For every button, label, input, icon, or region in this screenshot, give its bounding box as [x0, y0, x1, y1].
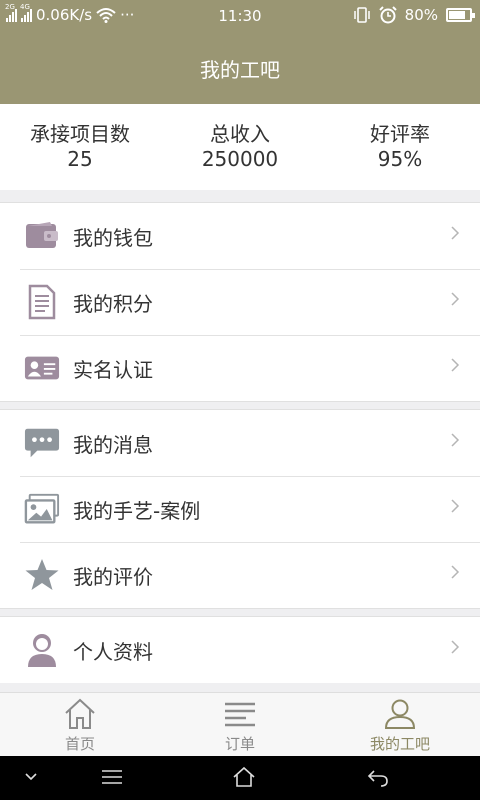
menu-group-activity: 我的消息 我的手艺-案例 我的评价 — [0, 409, 480, 609]
stat-value: 95% — [377, 147, 423, 171]
menu-item-label: 我的消息 — [73, 432, 153, 457]
menu-item-messages[interactable]: 我的消息 — [0, 410, 480, 476]
image-gallery-icon — [24, 491, 60, 527]
chevron-right-icon — [451, 499, 460, 513]
stat-rating: 好评率 95% — [320, 104, 480, 190]
system-nav-bar — [0, 756, 480, 800]
menu-item-label: 我的积分 — [73, 291, 153, 316]
stat-income: 总收入 250000 — [160, 104, 320, 190]
menu-item-label: 我的评价 — [73, 564, 153, 589]
chevron-right-icon — [451, 565, 460, 579]
home-icon[interactable] — [232, 766, 256, 788]
home-icon — [60, 697, 100, 731]
list-icon — [220, 697, 260, 731]
document-icon — [24, 284, 60, 320]
status-bar-right: 80% — [353, 6, 475, 24]
menu-item-wallet[interactable]: 我的钱包 — [0, 203, 480, 269]
chevron-right-icon — [451, 640, 460, 654]
chevron-right-icon — [451, 292, 460, 306]
tab-label: 我的工吧 — [369, 735, 430, 753]
menu-item-verification[interactable]: 实名认证 — [0, 335, 480, 401]
menu-group-account: 我的钱包 我的积分 实名认证 — [0, 202, 480, 402]
chevron-right-icon — [451, 433, 460, 447]
page-title: 我的工吧 — [200, 57, 280, 82]
menu-item-reviews[interactable]: 我的评价 — [0, 542, 480, 608]
chevron-down-icon[interactable] — [24, 772, 38, 782]
alarm-icon — [378, 6, 397, 24]
battery-level — [449, 11, 465, 19]
battery-percent: 80% — [404, 6, 438, 24]
tab-label: 首页 — [64, 735, 95, 753]
menu-item-label: 我的钱包 — [73, 225, 153, 250]
chevron-right-icon — [451, 226, 460, 240]
menu-item-profile[interactable]: 个人资料 — [0, 617, 480, 683]
user-icon — [380, 697, 420, 731]
stat-label: 承接项目数 — [30, 122, 130, 146]
chevron-right-icon — [451, 358, 460, 372]
menu-item-label: 个人资料 — [73, 639, 153, 664]
stat-projects: 承接项目数 25 — [0, 104, 160, 190]
menu-group-profile: 个人资料 — [0, 616, 480, 683]
battery-icon — [446, 8, 475, 22]
id-card-icon — [24, 350, 60, 386]
stat-label: 总收入 — [210, 122, 270, 146]
stat-value: 250000 — [201, 147, 279, 171]
chat-bubble-icon — [24, 425, 60, 461]
page-header: 我的工吧 — [0, 32, 480, 104]
vibrate-icon — [353, 7, 370, 23]
menu-item-label: 我的手艺-案例 — [73, 498, 201, 523]
menu-item-cases[interactable]: 我的手艺-案例 — [0, 476, 480, 542]
bottom-tab-bar: 首页 订单 我的工吧 — [0, 692, 480, 756]
tab-orders[interactable]: 订单 — [160, 693, 320, 756]
tab-label: 订单 — [224, 735, 255, 753]
star-icon — [24, 557, 60, 593]
wallet-icon — [24, 218, 60, 254]
stat-value: 25 — [67, 147, 93, 171]
menu-item-label: 实名认证 — [73, 357, 153, 382]
menu-item-points[interactable]: 我的积分 — [0, 269, 480, 335]
tab-home[interactable]: 首页 — [0, 693, 160, 756]
menu-icon[interactable] — [100, 768, 124, 786]
tab-my-workbar[interactable]: 我的工吧 — [320, 693, 480, 756]
stats-panel: 承接项目数 25 总收入 250000 好评率 95% — [0, 104, 480, 190]
stat-label: 好评率 — [370, 122, 430, 146]
status-bar: 2G 4G 0.06K/s ··· 11:30 80% — [0, 0, 480, 32]
back-icon[interactable] — [366, 768, 390, 788]
person-icon — [24, 632, 60, 668]
